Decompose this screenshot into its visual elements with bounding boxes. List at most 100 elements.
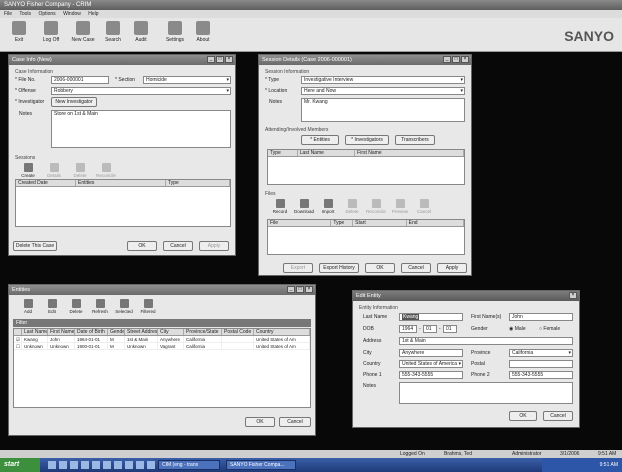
column-file[interactable]: File [268, 220, 332, 226]
column-first-name[interactable]: First Name [48, 329, 75, 335]
transcribers-button[interactable]: Transcribers [395, 135, 435, 145]
start-button[interactable]: start [0, 458, 40, 472]
maximize-icon[interactable]: □ [296, 286, 304, 293]
quick-launch-icon[interactable] [103, 461, 111, 469]
column-type[interactable]: Type [166, 180, 230, 186]
column-file-type[interactable]: Type [331, 220, 354, 226]
quick-launch-icon[interactable] [147, 461, 155, 469]
refresh-button[interactable]: Refresh [89, 299, 111, 314]
column-street-address[interactable]: Street Address [125, 329, 158, 335]
dob-month-field[interactable]: 01 [423, 325, 437, 333]
filter-bar[interactable]: Filter [13, 319, 311, 327]
quick-launch-icon[interactable] [136, 461, 144, 469]
new-investigator-button[interactable]: New Investigator [51, 97, 97, 107]
tray-clock[interactable]: 9:51 AM [600, 462, 618, 468]
log-off-button[interactable]: Log Off [38, 21, 64, 49]
file-reconcile-button[interactable]: Reconcile [365, 199, 387, 214]
quick-launch-icon[interactable] [92, 461, 100, 469]
male-radio[interactable]: ◉ Male [509, 326, 526, 332]
entities-button[interactable]: * Entities [301, 135, 339, 145]
column-dob[interactable]: Date of Birth [75, 329, 108, 335]
quick-launch-icon[interactable] [125, 461, 133, 469]
session-cancel-button[interactable]: Cancel [401, 263, 431, 273]
close-icon[interactable]: × [305, 286, 313, 293]
column-city[interactable]: City [158, 329, 184, 335]
column-member-type[interactable]: Type [268, 150, 298, 156]
close-icon[interactable]: × [225, 56, 233, 63]
minimize-icon[interactable]: _ [207, 56, 215, 63]
session-ok-button[interactable]: OK [365, 263, 395, 273]
menu-help[interactable]: Help [88, 11, 98, 17]
case-notes-field[interactable]: Store on 1st & Main [51, 110, 231, 148]
sessions-grid[interactable]: Created Date Entities Type [15, 179, 231, 227]
quick-launch-icon[interactable] [48, 461, 56, 469]
offense-select[interactable]: Robbery [51, 87, 231, 95]
postal-field[interactable] [509, 360, 573, 368]
entities-cancel-button[interactable]: Cancel [279, 417, 311, 427]
import-button[interactable]: Import [317, 199, 339, 214]
delete-session-button[interactable]: Delete [69, 163, 91, 178]
menu-file[interactable]: File [4, 11, 12, 17]
edit-entity-titlebar[interactable]: Edit Entity × [353, 291, 579, 301]
selected-button[interactable]: Selected [113, 299, 135, 314]
female-radio[interactable]: ○ Female [539, 326, 560, 332]
new-case-button[interactable]: New Case [70, 21, 96, 49]
taskbar-item-sanyo[interactable]: SANYO Fisher Compa... [226, 460, 296, 470]
members-grid[interactable]: Type Last Name First Name [267, 149, 465, 185]
menu-options[interactable]: Options [38, 11, 55, 17]
audit-button[interactable]: Audit [128, 21, 154, 49]
add-entity-button[interactable]: Add [17, 299, 39, 314]
delete-case-button[interactable]: Delete This Case [13, 241, 57, 251]
column-created-date[interactable]: Created Date [16, 180, 76, 186]
maximize-icon[interactable]: □ [216, 56, 224, 63]
entity-notes-field[interactable] [399, 382, 573, 404]
search-button[interactable]: Search [100, 21, 126, 49]
create-session-button[interactable]: Create [17, 163, 39, 178]
export-button[interactable]: Export [283, 263, 313, 273]
file-cancel-button[interactable]: Cancel [413, 199, 435, 214]
session-details-titlebar[interactable]: Session Details (Case 2006-000001) _ □ × [259, 55, 471, 65]
type-select[interactable]: Investigative Interview [301, 76, 465, 84]
entities-ok-button[interactable]: OK [245, 417, 275, 427]
edit-entity-cancel-button[interactable]: Cancel [543, 411, 573, 421]
file-delete-button[interactable]: Delete [341, 199, 363, 214]
session-apply-button[interactable]: Apply [437, 263, 467, 273]
column-entities[interactable]: Entities [76, 180, 166, 186]
about-button[interactable]: About [190, 21, 216, 49]
row-checkbox[interactable]: ☐ [14, 343, 22, 349]
files-grid[interactable]: File Type Start End [267, 219, 465, 255]
column-last-name[interactable]: Last Name [298, 150, 356, 156]
close-icon[interactable]: × [461, 56, 469, 63]
table-row[interactable]: ☐ Unknown Unknown 1900-01-01 M Unknown V… [14, 343, 310, 350]
reconcile-session-button[interactable]: Reconcile [95, 163, 117, 178]
column-first-name[interactable]: First Name [355, 150, 465, 156]
dob-day-field[interactable]: 01 [443, 325, 457, 333]
filtered-button[interactable]: Filtered [137, 299, 159, 314]
download-button[interactable]: Download [293, 199, 315, 214]
table-row[interactable]: ☑ Kwang John 1964-01-01 M 1st & Main Any… [14, 336, 310, 343]
preview-button[interactable]: Preview [389, 199, 411, 214]
export-history-button[interactable]: Export History [319, 263, 359, 273]
quick-launch-icon[interactable] [114, 461, 122, 469]
file-no-field[interactable]: 2006-000001 [51, 76, 109, 84]
dob-year-field[interactable]: 1964 [399, 325, 417, 333]
entities-titlebar[interactable]: Entities _ □ × [9, 285, 315, 295]
session-details-button[interactable]: Details [43, 163, 65, 178]
quick-launch-icon[interactable] [59, 461, 67, 469]
taskbar-item-cim[interactable]: CIM (eng - trans [158, 460, 220, 470]
province-select[interactable]: California [509, 349, 573, 357]
close-icon[interactable]: × [569, 292, 577, 299]
location-select[interactable]: Here and Now [301, 87, 465, 95]
minimize-icon[interactable]: _ [287, 286, 295, 293]
first-name-field[interactable]: John [509, 313, 573, 321]
column-postal[interactable]: Postal Code [222, 329, 254, 335]
exit-button[interactable]: Exit [6, 21, 32, 49]
last-name-field[interactable]: Kwang [399, 313, 463, 321]
menu-window[interactable]: Window [63, 11, 81, 17]
phone2-field[interactable]: 555-343-5555 [509, 371, 573, 379]
edit-entity-ok-button[interactable]: OK [509, 411, 537, 421]
investigators-button[interactable]: * Investigators [345, 135, 389, 145]
city-field[interactable]: Anywhere [399, 349, 463, 357]
case-cancel-button[interactable]: Cancel [163, 241, 193, 251]
minimize-icon[interactable]: _ [443, 56, 451, 63]
